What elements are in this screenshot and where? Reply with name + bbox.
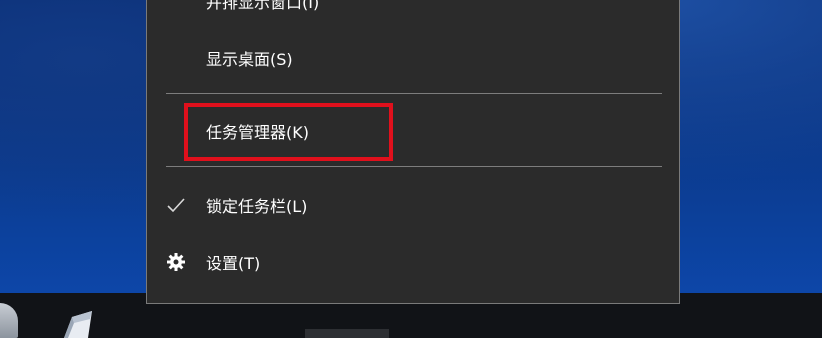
menu-item-show-desktop[interactable]: 显示桌面(S)	[147, 38, 679, 78]
menu-separator	[166, 93, 662, 94]
taskbar-active-indicator	[305, 329, 389, 338]
menu-item-label: 并排显示窗口(I)	[206, 0, 320, 12]
menu-item-show-windows-side-by-side[interactable]: 并排显示窗口(I)	[147, 0, 679, 21]
highlight-annotation-box	[184, 103, 393, 161]
menu-item-label: 显示桌面(S)	[206, 50, 293, 69]
checkmark-icon	[165, 194, 187, 216]
menu-item-settings[interactable]: 设置(T)	[147, 242, 679, 282]
file-explorer-icon[interactable]	[58, 307, 96, 338]
menu-item-label: 设置(T)	[206, 254, 261, 273]
menu-item-lock-taskbar[interactable]: 锁定任务栏(L)	[147, 185, 679, 225]
menu-separator	[166, 166, 662, 167]
gear-icon	[165, 251, 187, 273]
menu-item-label: 锁定任务栏(L)	[206, 197, 308, 216]
